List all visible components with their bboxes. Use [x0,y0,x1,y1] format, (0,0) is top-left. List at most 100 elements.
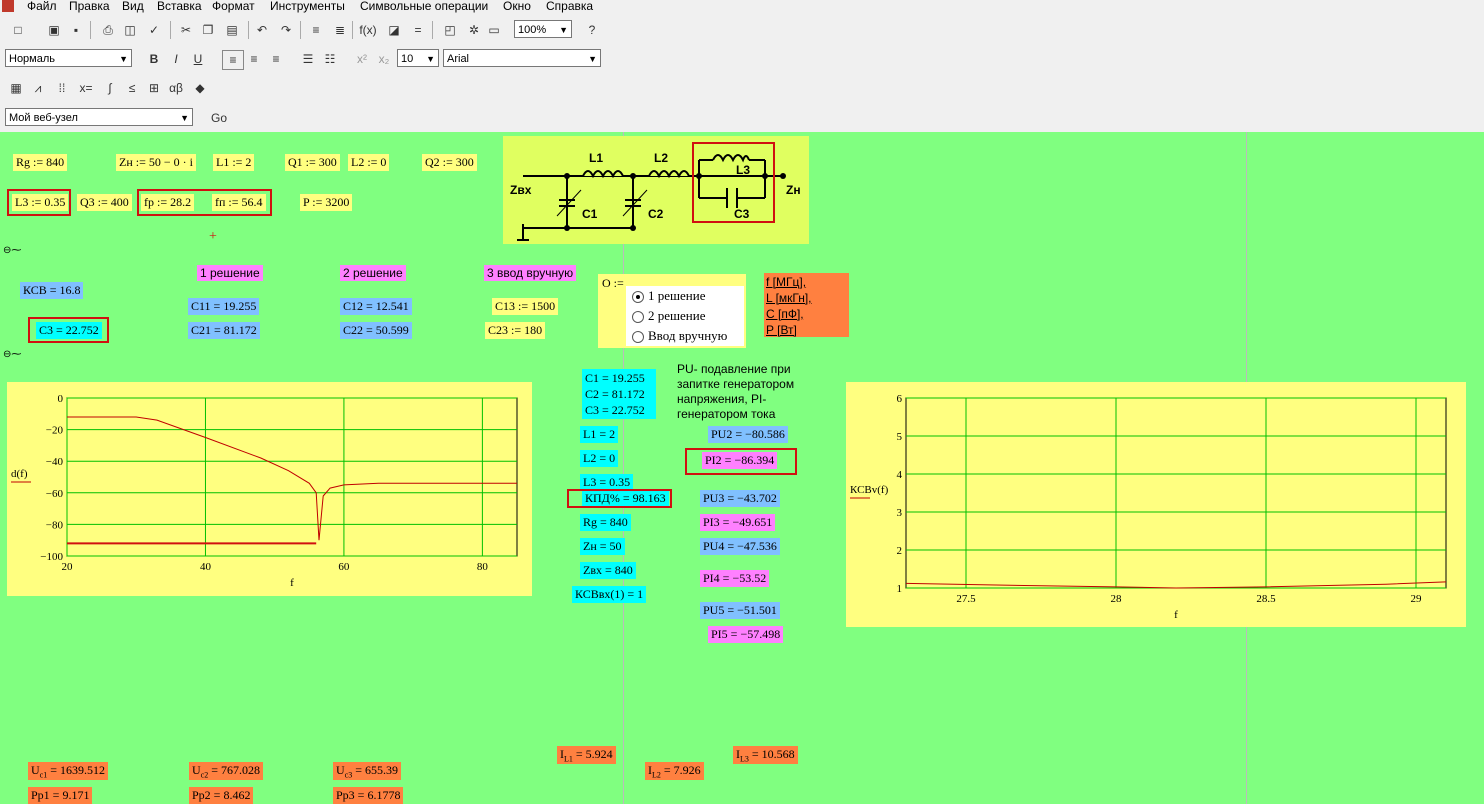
il2-value[interactable]: IL2 = 7.926 [645,762,704,781]
uc1-value[interactable]: Uc1 = 1639.512 [28,762,109,781]
preview-icon[interactable]: ◫ [120,21,140,39]
uc2-value[interactable]: Uc2 = 767.028 [189,762,264,781]
result-c2[interactable]: C2 = 81.172 [582,386,648,403]
calc-icon[interactable]: = [408,21,428,39]
website-select[interactable]: Мой веб-узел ▼ [5,108,193,126]
result-rg[interactable]: Rg = 840 [580,514,631,531]
boolean-icon[interactable]: ≤ [122,79,142,97]
resource-icon[interactable]: ✲ [464,21,484,39]
var-zn[interactable]: Zн := 50 − 0 · i [116,154,196,171]
numbering-icon[interactable]: ☷ [320,50,340,68]
result-ksv-in[interactable]: КСВвх(1) = 1 [572,586,647,603]
var-l1[interactable]: L1 := 2 [213,154,255,171]
result-zn[interactable]: Zн = 50 [580,538,625,555]
c23-value[interactable]: C23 := 180 [485,322,546,339]
c13-value[interactable]: C13 := 1500 [492,298,559,315]
result-zin[interactable]: Zвх = 840 [580,562,636,579]
plot-attenuation[interactable]: 20 40 60 80 0 −20 −40 −60 −80 −100 f d(f) [7,382,532,596]
pi5-value[interactable]: PI5 = −57.498 [708,626,784,643]
paste-icon[interactable]: ▤ [222,21,242,39]
var-rg[interactable]: Rg := 840 [13,154,68,171]
zoom-select[interactable]: 100% ▼ [514,20,572,38]
help-icon[interactable]: ? [582,21,602,39]
new-icon[interactable]: □ [8,21,28,39]
pu3-value[interactable]: PU3 = −43.702 [700,490,780,507]
radio-solution-2[interactable]: 2 решение [632,308,705,324]
pp1-value[interactable]: Pp1 = 9.171 [28,787,93,804]
font-select[interactable]: Arial ▼ [443,49,601,67]
pp3-value[interactable]: Pp3 = 6.1778 [333,787,404,804]
var-q1[interactable]: Q1 := 300 [285,154,340,171]
superscript-icon[interactable]: x² [352,50,372,68]
italic-icon[interactable]: I [166,50,186,68]
open-icon[interactable]: ▣ [44,21,64,39]
go-button[interactable]: Go [202,109,236,127]
distribute-icon[interactable]: ≣ [330,21,350,39]
align-icon[interactable]: ≡ [306,21,326,39]
greek-icon[interactable]: αβ [166,79,186,97]
window-icon[interactable]: ▭ [484,21,504,39]
underline-icon[interactable]: U [188,50,208,68]
style-select[interactable]: Нормаль ▼ [5,49,132,67]
spellcheck-icon[interactable]: ✓ [144,21,164,39]
ksv-value[interactable]: КСВ = 16.8 [20,282,84,299]
pi3-value[interactable]: PI3 = −49.651 [700,514,776,531]
menu-file[interactable]: Файл [27,0,57,13]
evaluate-icon[interactable]: x= [76,79,96,97]
matrix-icon[interactable]: ⁞⁞ [52,79,72,97]
bullets-icon[interactable]: ☰ [298,50,318,68]
radio-manual[interactable]: Ввод вручную [632,328,727,344]
undo-icon[interactable]: ↶ [252,21,272,39]
symbolic-icon[interactable]: ◆ [190,79,210,97]
c12-value[interactable]: C12 = 12.541 [340,298,412,315]
pu4-value[interactable]: PU4 = −47.536 [700,538,780,555]
align-center-icon[interactable]: ≡ [244,50,264,68]
subscript-icon[interactable]: x₂ [374,50,394,68]
result-l1[interactable]: L1 = 2 [580,426,619,443]
units-icon[interactable]: ◪ [384,21,404,39]
result-l2[interactable]: L2 = 0 [580,450,619,467]
pu5-value[interactable]: PU5 = −51.501 [700,602,780,619]
menu-symbolic[interactable]: Символьные операции [360,0,488,13]
save-icon[interactable]: ▪ [66,21,86,39]
var-l2[interactable]: L2 := 0 [348,154,390,171]
radio-solution-1[interactable]: 1 решение [632,288,705,304]
il1-value[interactable]: IL1 = 5.924 [557,746,616,765]
redo-icon[interactable]: ↷ [276,21,296,39]
cut-icon[interactable]: ✂ [176,21,196,39]
uc3-value[interactable]: Uc3 = 655.39 [333,762,402,781]
result-c3[interactable]: C3 = 22.752 [582,402,648,419]
c22-value[interactable]: C22 = 50.599 [340,322,412,339]
align-right-icon[interactable]: ≡ [266,50,286,68]
worksheet[interactable]: Rg := 840 Zн := 50 − 0 · i L1 := 2 Q1 :=… [0,132,1484,804]
menu-help[interactable]: Справка [546,0,593,13]
menu-edit[interactable]: Правка [69,0,110,13]
copy-icon[interactable]: ❐ [198,21,218,39]
result-c1[interactable]: C1 = 19.255 [582,370,648,387]
calculator-icon[interactable]: ▦ [6,79,26,97]
print-icon[interactable]: ⎙ [98,21,118,39]
il3-value[interactable]: IL3 = 10.568 [733,746,798,765]
var-p[interactable]: P := 3200 [300,194,353,211]
var-q2[interactable]: Q2 := 300 [422,154,477,171]
c21-value[interactable]: C21 = 81.172 [188,322,260,339]
menu-format[interactable]: Формат [212,0,255,13]
function-icon[interactable]: f(x) [358,21,378,39]
graph-icon[interactable]: ⩘ [28,79,48,97]
menu-insert[interactable]: Вставка [157,0,202,13]
pu2-value[interactable]: PU2 = −80.586 [708,426,788,443]
component-icon[interactable]: ◰ [440,21,460,39]
font-size-select[interactable]: 10 ▼ [397,49,439,67]
menu-view[interactable]: Вид [122,0,144,13]
pi4-value[interactable]: PI4 = −53.52 [700,570,770,587]
plot-swr[interactable]: 27.5 28 28.5 29 1 2 3 4 5 6 f КСВv(f) [846,382,1466,627]
calculus-icon[interactable]: ∫ [100,79,120,97]
c11-value[interactable]: C11 = 19.255 [188,298,260,315]
menu-window[interactable]: Окно [503,0,531,13]
var-q3[interactable]: Q3 := 400 [77,194,132,211]
bold-icon[interactable]: B [144,50,164,68]
programming-icon[interactable]: ⊞ [144,79,164,97]
pp2-value[interactable]: Pp2 = 8.462 [189,787,254,804]
menu-tools[interactable]: Инструменты [270,0,345,13]
align-left-icon[interactable]: ≡ [222,50,244,70]
